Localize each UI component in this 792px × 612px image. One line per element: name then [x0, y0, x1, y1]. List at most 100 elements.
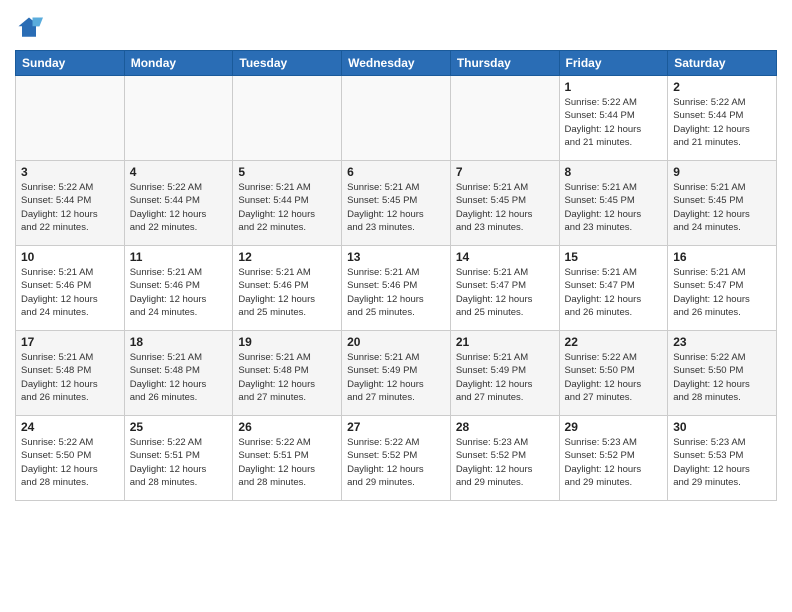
- logo: [15, 14, 47, 42]
- day-info: Sunrise: 5:22 AM Sunset: 5:50 PM Dayligh…: [565, 351, 663, 404]
- calendar-cell: 21 Sunrise: 5:21 AM Sunset: 5:49 PM Dayli…: [450, 331, 559, 416]
- calendar-cell: 28 Sunrise: 5:23 AM Sunset: 5:52 PM Dayli…: [450, 416, 559, 501]
- day-info: Sunrise: 5:21 AM Sunset: 5:48 PM Dayligh…: [238, 351, 336, 404]
- calendar-cell: 4Sunrise: 5:22 AM Sunset: 5:44 PM Daylig…: [124, 161, 233, 246]
- day-info: Sunrise: 5:21 AM Sunset: 5:49 PM Dayligh…: [456, 351, 554, 404]
- day-info: Sunrise: 5:21 AM Sunset: 5:47 PM Dayligh…: [565, 266, 663, 319]
- day-info: Sunrise: 5:22 AM Sunset: 5:51 PM Dayligh…: [238, 436, 336, 489]
- weekday-header: Monday: [124, 51, 233, 76]
- day-number: 27: [347, 420, 445, 434]
- weekday-header: Tuesday: [233, 51, 342, 76]
- calendar-cell: 11 Sunrise: 5:21 AM Sunset: 5:46 PM Dayli…: [124, 246, 233, 331]
- calendar-cell: 5Sunrise: 5:21 AM Sunset: 5:44 PM Daylig…: [233, 161, 342, 246]
- day-number: 1: [565, 80, 663, 94]
- calendar-cell: 1 Sunrise: 5:22 AM Sunset: 5:44 PM Daylig…: [559, 76, 668, 161]
- day-number: 7: [456, 165, 554, 179]
- day-number: 4: [130, 165, 228, 179]
- day-number: 16: [673, 250, 771, 264]
- header: [15, 10, 777, 42]
- calendar-cell: [233, 76, 342, 161]
- day-number: 20: [347, 335, 445, 349]
- day-info: Sunrise: 5:21 AM Sunset: 5:46 PM Dayligh…: [238, 266, 336, 319]
- day-info: Sunrise: 5:22 AM Sunset: 5:44 PM Dayligh…: [21, 181, 119, 234]
- calendar-cell: [450, 76, 559, 161]
- calendar-cell: 29Sunrise: 5:23 AM Sunset: 5:52 PM Dayli…: [559, 416, 668, 501]
- day-number: 24: [21, 420, 119, 434]
- calendar-table: SundayMondayTuesdayWednesdayThursdayFrid…: [15, 50, 777, 501]
- calendar-cell: 3 Sunrise: 5:22 AM Sunset: 5:44 PM Daylig…: [16, 161, 125, 246]
- day-number: 18: [130, 335, 228, 349]
- calendar-cell: 9 Sunrise: 5:21 AM Sunset: 5:45 PM Daylig…: [668, 161, 777, 246]
- day-info: Sunrise: 5:22 AM Sunset: 5:44 PM Dayligh…: [673, 96, 771, 149]
- day-info: Sunrise: 5:21 AM Sunset: 5:47 PM Dayligh…: [673, 266, 771, 319]
- calendar-cell: 27 Sunrise: 5:22 AM Sunset: 5:52 PM Dayli…: [342, 416, 451, 501]
- day-info: Sunrise: 5:21 AM Sunset: 5:45 PM Dayligh…: [456, 181, 554, 234]
- day-info: Sunrise: 5:22 AM Sunset: 5:44 PM Dayligh…: [565, 96, 663, 149]
- day-info: Sunrise: 5:21 AM Sunset: 5:45 PM Dayligh…: [673, 181, 771, 234]
- calendar-cell: [16, 76, 125, 161]
- day-number: 28: [456, 420, 554, 434]
- day-number: 22: [565, 335, 663, 349]
- calendar-cell: 10Sunrise: 5:21 AM Sunset: 5:46 PM Dayli…: [16, 246, 125, 331]
- day-number: 30: [673, 420, 771, 434]
- calendar-cell: 26 Sunrise: 5:22 AM Sunset: 5:51 PM Dayli…: [233, 416, 342, 501]
- day-info: Sunrise: 5:21 AM Sunset: 5:46 PM Dayligh…: [130, 266, 228, 319]
- calendar-cell: 6 Sunrise: 5:21 AM Sunset: 5:45 PM Daylig…: [342, 161, 451, 246]
- calendar-week: 1 Sunrise: 5:22 AM Sunset: 5:44 PM Daylig…: [16, 76, 777, 161]
- day-number: 17: [21, 335, 119, 349]
- weekday-header: Saturday: [668, 51, 777, 76]
- calendar-cell: 30 Sunrise: 5:23 AM Sunset: 5:53 PM Dayli…: [668, 416, 777, 501]
- day-number: 25: [130, 420, 228, 434]
- weekday-row: SundayMondayTuesdayWednesdayThursdayFrid…: [16, 51, 777, 76]
- day-info: Sunrise: 5:22 AM Sunset: 5:50 PM Dayligh…: [673, 351, 771, 404]
- calendar-cell: 17Sunrise: 5:21 AM Sunset: 5:48 PM Dayli…: [16, 331, 125, 416]
- calendar-cell: [342, 76, 451, 161]
- day-number: 12: [238, 250, 336, 264]
- calendar-cell: 18 Sunrise: 5:21 AM Sunset: 5:48 PM Dayli…: [124, 331, 233, 416]
- calendar-cell: 7 Sunrise: 5:21 AM Sunset: 5:45 PM Daylig…: [450, 161, 559, 246]
- calendar-cell: 12 Sunrise: 5:21 AM Sunset: 5:46 PM Dayli…: [233, 246, 342, 331]
- calendar-week: 17 Sunrise: 5:21 AM Sunset: 5:48 PM Dayli…: [16, 331, 777, 416]
- day-info: Sunrise: 5:21 AM Sunset: 5:46 PM Dayligh…: [21, 266, 119, 319]
- day-number: 26: [238, 420, 336, 434]
- calendar-body: 1 Sunrise: 5:22 AM Sunset: 5:44 PM Daylig…: [16, 76, 777, 501]
- calendar-cell: [124, 76, 233, 161]
- calendar-cell: 24 Sunrise: 5:22 AM Sunset: 5:50 PM Dayli…: [16, 416, 125, 501]
- calendar-cell: 15 Sunrise: 5:21 AM Sunset: 5:47 PM Dayli…: [559, 246, 668, 331]
- weekday-header: Sunday: [16, 51, 125, 76]
- day-info: Sunrise: 5:21 AM Sunset: 5:47 PM Dayligh…: [456, 266, 554, 319]
- day-number: 15: [565, 250, 663, 264]
- day-number: 8: [565, 165, 663, 179]
- day-number: 29: [565, 420, 663, 434]
- weekday-header: Wednesday: [342, 51, 451, 76]
- day-info: Sunrise: 5:22 AM Sunset: 5:50 PM Dayligh…: [21, 436, 119, 489]
- calendar-cell: 23Sunrise: 5:22 AM Sunset: 5:50 PM Dayli…: [668, 331, 777, 416]
- day-number: 3: [21, 165, 119, 179]
- day-info: Sunrise: 5:22 AM Sunset: 5:52 PM Dayligh…: [347, 436, 445, 489]
- calendar-cell: 25Sunrise: 5:22 AM Sunset: 5:51 PM Dayli…: [124, 416, 233, 501]
- calendar-week: 10Sunrise: 5:21 AM Sunset: 5:46 PM Dayli…: [16, 246, 777, 331]
- logo-icon: [15, 14, 43, 42]
- day-info: Sunrise: 5:21 AM Sunset: 5:45 PM Dayligh…: [347, 181, 445, 234]
- day-info: Sunrise: 5:21 AM Sunset: 5:46 PM Dayligh…: [347, 266, 445, 319]
- day-info: Sunrise: 5:21 AM Sunset: 5:48 PM Dayligh…: [130, 351, 228, 404]
- calendar-cell: 16 Sunrise: 5:21 AM Sunset: 5:47 PM Dayli…: [668, 246, 777, 331]
- day-number: 6: [347, 165, 445, 179]
- day-info: Sunrise: 5:21 AM Sunset: 5:49 PM Dayligh…: [347, 351, 445, 404]
- calendar-cell: 8 Sunrise: 5:21 AM Sunset: 5:45 PM Daylig…: [559, 161, 668, 246]
- day-number: 11: [130, 250, 228, 264]
- page: SundayMondayTuesdayWednesdayThursdayFrid…: [0, 0, 792, 612]
- calendar-cell: 14Sunrise: 5:21 AM Sunset: 5:47 PM Dayli…: [450, 246, 559, 331]
- day-info: Sunrise: 5:21 AM Sunset: 5:45 PM Dayligh…: [565, 181, 663, 234]
- calendar-cell: 13Sunrise: 5:21 AM Sunset: 5:46 PM Dayli…: [342, 246, 451, 331]
- day-info: Sunrise: 5:23 AM Sunset: 5:52 PM Dayligh…: [456, 436, 554, 489]
- calendar-cell: 20 Sunrise: 5:21 AM Sunset: 5:49 PM Dayli…: [342, 331, 451, 416]
- calendar-cell: 22 Sunrise: 5:22 AM Sunset: 5:50 PM Dayli…: [559, 331, 668, 416]
- weekday-header: Thursday: [450, 51, 559, 76]
- calendar-cell: 2Sunrise: 5:22 AM Sunset: 5:44 PM Daylig…: [668, 76, 777, 161]
- calendar-cell: 19 Sunrise: 5:21 AM Sunset: 5:48 PM Dayli…: [233, 331, 342, 416]
- day-number: 19: [238, 335, 336, 349]
- day-info: Sunrise: 5:23 AM Sunset: 5:53 PM Dayligh…: [673, 436, 771, 489]
- day-number: 21: [456, 335, 554, 349]
- day-number: 9: [673, 165, 771, 179]
